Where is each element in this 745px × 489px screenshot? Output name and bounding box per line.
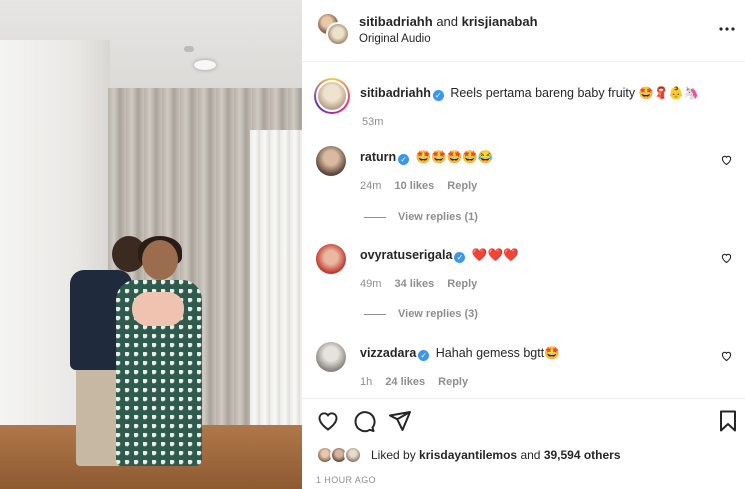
comment-line: vizzadara ✓ Hahah gemess bgtt🤩	[360, 346, 560, 361]
caption-text: sitibadriahh ✓ Reels pertama bareng baby …	[360, 86, 698, 101]
avatar	[326, 22, 350, 46]
verified-badge-icon: ✓	[398, 154, 410, 165]
view-replies-button[interactable]: View replies (1)	[364, 211, 478, 223]
caption-username[interactable]: sitibadriahh	[360, 86, 431, 100]
bookmark-icon[interactable]	[716, 409, 740, 433]
caption-time: 53m	[362, 116, 384, 128]
comment-meta: 49m 34 likes Reply	[360, 278, 487, 290]
divider	[364, 216, 386, 218]
comment-likes[interactable]: 24 likes	[385, 376, 425, 388]
heart-icon[interactable]	[721, 351, 732, 364]
comment-username[interactable]: ovyratuserigala	[360, 248, 452, 262]
liked-by-prefix: Liked by	[371, 448, 416, 462]
post-panel: sitibadriahh and krisjianabah Original A…	[302, 0, 745, 489]
post-timestamp: 1 HOUR AGO	[316, 475, 377, 485]
comment-username[interactable]: vizzadara	[360, 346, 416, 360]
reel-video[interactable]	[0, 0, 302, 489]
reply-button[interactable]: Reply	[447, 278, 477, 290]
comment-time: 24m	[360, 180, 382, 192]
share-paper-plane-icon[interactable]	[388, 409, 412, 433]
like-heart-icon[interactable]	[316, 409, 340, 433]
comment-likes[interactable]: 34 likes	[394, 278, 434, 290]
view-replies-label: View replies (1)	[398, 211, 478, 223]
avatar[interactable]	[316, 244, 346, 274]
avatar[interactable]	[316, 146, 346, 176]
audio-link[interactable]: Original Audio	[359, 33, 431, 45]
sheer-curtain	[250, 130, 302, 430]
post-header: sitibadriahh and krisjianabah Original A…	[302, 0, 745, 62]
collab-avatars[interactable]	[316, 12, 350, 46]
avatar	[344, 446, 362, 464]
post-authors: sitibadriahh and krisjianabah	[359, 14, 538, 29]
liked-by-text: Liked by krisdayantilemos and 39,594 oth…	[371, 448, 621, 462]
comment-line: raturn ✓ 🤩🤩🤩🤩😂	[360, 150, 493, 165]
avatar[interactable]	[314, 78, 350, 114]
heart-icon[interactable]	[721, 155, 732, 168]
ceiling-sensor	[184, 46, 194, 52]
avatar[interactable]	[316, 342, 346, 372]
reply-button[interactable]: Reply	[447, 180, 477, 192]
liked-by-and: and	[520, 448, 541, 462]
author-link[interactable]: krisjianabah	[462, 14, 538, 29]
view-replies-button[interactable]: View replies (3)	[364, 308, 478, 320]
ceiling-light	[194, 60, 216, 70]
verified-badge-icon: ✓	[454, 252, 466, 263]
comment-line: ovyratuserigala ✓ ❤️❤️❤️	[360, 248, 519, 263]
comment-meta: 24m 10 likes Reply	[360, 180, 487, 192]
comment-text: Hahah gemess bgtt🤩	[435, 346, 560, 360]
reply-button[interactable]: Reply	[438, 376, 468, 388]
comment-meta: 1h 24 likes Reply	[360, 376, 478, 388]
divider	[364, 313, 386, 315]
verified-badge-icon: ✓	[418, 350, 430, 361]
view-replies-label: View replies (3)	[398, 308, 478, 320]
and-text: and	[436, 14, 459, 29]
comment-time: 49m	[360, 278, 382, 290]
caption-emojis: 🤩🧣👶🦄	[638, 86, 699, 100]
liker-username[interactable]: krisdayantilemos	[419, 448, 517, 462]
liked-by-row[interactable]: Liked by krisdayantilemos and 39,594 oth…	[316, 444, 736, 466]
author-link[interactable]: sitibadriahh	[359, 14, 433, 29]
verified-badge-icon: ✓	[432, 90, 444, 101]
baby-figure	[132, 292, 184, 326]
comment-text: ❤️❤️❤️	[471, 248, 519, 262]
action-bar	[302, 398, 745, 438]
comment-likes[interactable]: 10 likes	[394, 180, 434, 192]
comment-bubble-icon[interactable]	[352, 409, 376, 433]
likes-count[interactable]: 39,594 others	[544, 448, 621, 462]
heart-icon[interactable]	[721, 253, 732, 266]
more-horizontal-icon[interactable]	[719, 18, 735, 36]
comment-text: 🤩🤩🤩🤩😂	[415, 150, 494, 164]
comment-username[interactable]: raturn	[360, 150, 396, 164]
woman-figure	[116, 236, 204, 470]
comment-time: 1h	[360, 376, 373, 388]
caption-body: Reels pertama bareng baby fruity	[450, 86, 636, 100]
